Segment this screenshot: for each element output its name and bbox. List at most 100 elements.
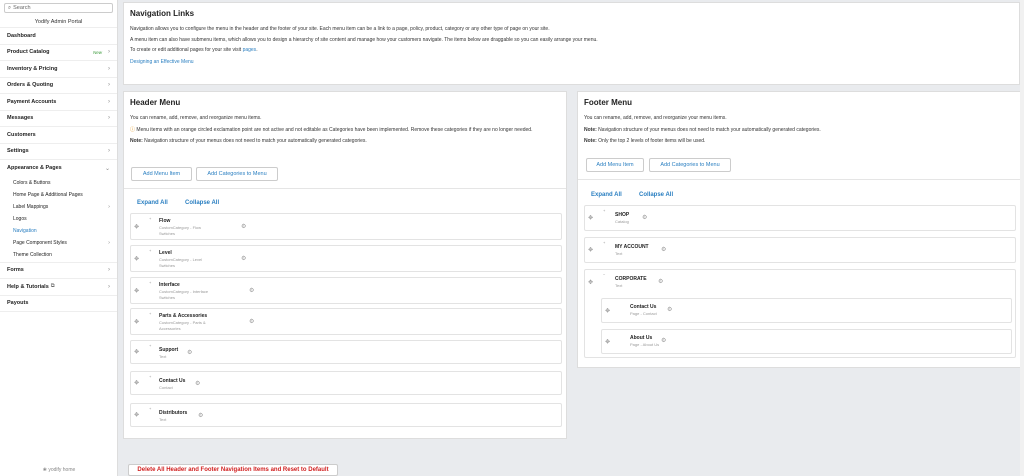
gear-icon[interactable]: ⚙ xyxy=(249,287,254,294)
footer-subitem-about-us[interactable]: ✥ About Us Page - About Us ⚙ xyxy=(601,329,1012,354)
menu-item-support[interactable]: ✥ + Support Text ⚙ xyxy=(130,340,562,364)
expand-icon[interactable]: + xyxy=(149,311,151,316)
drag-handle-icon[interactable]: ✥ xyxy=(605,338,610,345)
search-input[interactable]: ⌕ Search xyxy=(4,3,113,13)
sidebar-subitem-label: Logos xyxy=(13,215,27,222)
menu-item-contact-us[interactable]: ✥ + Contact Us Contact ⚙ xyxy=(130,371,562,395)
chevron-right-icon: › xyxy=(108,98,110,105)
add-menu-item-button[interactable]: Add Menu Item xyxy=(131,167,192,181)
gear-icon[interactable]: ⚙ xyxy=(249,318,254,325)
sidebar-subitem-theme-collection[interactable]: Theme Collection xyxy=(0,249,117,263)
drag-handle-icon[interactable]: ✥ xyxy=(588,247,593,254)
expand-all-link[interactable]: Expand All xyxy=(591,192,622,198)
drag-handle-icon[interactable]: ✥ xyxy=(605,307,610,314)
gear-icon[interactable]: ⚙ xyxy=(658,278,663,285)
sidebar-item-label: Forms xyxy=(7,267,24,274)
sidebar-item-messages[interactable]: Messages › xyxy=(0,111,117,127)
add-menu-item-button[interactable]: Add Menu Item xyxy=(586,158,644,172)
yodify-logo[interactable]: ❀ yodify home xyxy=(0,467,118,473)
drag-handle-icon[interactable]: ✥ xyxy=(134,287,139,294)
warning-text: Menu items with an orange circled exclam… xyxy=(136,126,533,133)
collapse-icon[interactable]: − xyxy=(603,272,605,277)
menu-item-type: Text xyxy=(615,283,623,288)
sidebar-item-payment-accounts[interactable]: Payment Accounts › xyxy=(0,94,117,111)
collapse-all-link[interactable]: Collapse All xyxy=(185,200,219,206)
sidebar-item-payouts[interactable]: Payouts xyxy=(0,296,117,312)
drag-handle-icon[interactable]: ✥ xyxy=(134,255,139,262)
menu-item-title: About Us xyxy=(630,335,653,341)
sidebar-item-dashboard[interactable]: Dashboard xyxy=(0,28,117,45)
design-menu-link[interactable]: Designing an Effective Menu xyxy=(124,59,1019,66)
reset-navigation-button[interactable]: Delete All Header and Footer Navigation … xyxy=(128,464,338,476)
gear-icon[interactable]: ⚙ xyxy=(187,349,192,356)
menu-item-level[interactable]: ✥ + Level CustomCategory - Level Switche… xyxy=(130,245,562,272)
menu-item-title: Support xyxy=(159,347,179,353)
gear-icon[interactable]: ⚙ xyxy=(661,337,666,344)
drag-handle-icon[interactable]: ✥ xyxy=(134,318,139,325)
menu-item-interface[interactable]: ✥ + Interface CustomCategory - Interface… xyxy=(130,277,562,304)
menu-item-type: CustomCategory - Level xyxy=(159,257,203,262)
gear-icon[interactable]: ⚙ xyxy=(642,214,647,221)
sidebar-item-orders-quoting[interactable]: Orders & Quoting › xyxy=(0,78,117,94)
gear-icon[interactable]: ⚙ xyxy=(195,380,200,387)
sidebar-item-help-tutorials[interactable]: Help & Tutorials ⧉ › xyxy=(0,279,117,296)
menu-item-title: CORPORATE xyxy=(615,276,647,282)
add-categories-button[interactable]: Add Categories to Menu xyxy=(649,158,731,172)
sidebar-subitem-colors-buttons[interactable]: Colors & Buttons xyxy=(0,177,117,189)
chevron-right-icon: › xyxy=(108,82,110,89)
sidebar-subitem-label: Home Page & Additional Pages xyxy=(13,191,83,198)
sidebar-subitem-navigation[interactable]: Navigation xyxy=(0,225,117,237)
sidebar-item-settings[interactable]: Settings › xyxy=(0,144,117,160)
collapse-all-link[interactable]: Collapse All xyxy=(639,192,673,198)
note-label: Note: xyxy=(130,138,143,144)
menu-item-type: CustomCategory - Parts & xyxy=(159,320,206,325)
sidebar-item-appearance-pages[interactable]: Appearance & Pages ⌄ xyxy=(0,160,117,177)
drag-handle-icon[interactable]: ✥ xyxy=(134,349,139,356)
expand-all-link[interactable]: Expand All xyxy=(137,200,168,206)
footer-subitem-contact-us[interactable]: ✥ Contact Us Page - Contact ⚙ xyxy=(601,298,1012,323)
expand-icon[interactable]: + xyxy=(603,240,605,245)
menu-item-distributors[interactable]: ✥ + Distributors Text ⚙ xyxy=(130,403,562,427)
gear-icon[interactable]: ⚙ xyxy=(661,246,666,253)
page-title: Navigation Links xyxy=(130,9,195,18)
sidebar-item-label: Dashboard xyxy=(7,32,36,39)
footer-item-shop[interactable]: ✥ + SHOP Catalog ⚙ xyxy=(584,205,1016,231)
sidebar-item-label: Settings xyxy=(7,148,29,155)
expand-icon[interactable]: + xyxy=(149,216,151,221)
footer-item-my-account[interactable]: ✥ + MY ACCOUNT Text ⚙ xyxy=(584,237,1016,263)
drag-handle-icon[interactable]: ✥ xyxy=(588,279,593,286)
sidebar-subitem-logos[interactable]: Logos xyxy=(0,213,117,225)
drag-handle-icon[interactable]: ✥ xyxy=(134,380,139,387)
sidebar-item-inventory-pricing[interactable]: Inventory & Pricing › xyxy=(0,61,117,78)
expand-icon[interactable]: + xyxy=(149,374,151,379)
drag-handle-icon[interactable]: ✥ xyxy=(588,215,593,222)
expand-icon[interactable]: + xyxy=(149,280,151,285)
sidebar-item-product-catalog[interactable]: Product Catalog New › xyxy=(0,45,117,61)
menu-item-title: Contact Us xyxy=(630,304,657,310)
sidebar-subitem-home-page[interactable]: Home Page & Additional Pages xyxy=(0,189,117,201)
expand-icon[interactable]: + xyxy=(149,343,151,348)
expand-icon[interactable]: + xyxy=(149,406,151,411)
gear-icon[interactable]: ⚙ xyxy=(241,255,246,262)
gear-icon[interactable]: ⚙ xyxy=(667,306,672,313)
scrollbar[interactable] xyxy=(1020,0,1024,476)
intro-paragraph: A menu item can also have submenu items,… xyxy=(130,36,598,43)
sidebar-item-forms[interactable]: Forms › xyxy=(0,263,117,279)
note-label: Note: xyxy=(584,138,597,144)
gear-icon[interactable]: ⚙ xyxy=(241,223,246,230)
footer-item-corporate[interactable]: ✥ − CORPORATE Text ⚙ ✥ Contact Us Page -… xyxy=(584,269,1016,358)
sidebar-item-label: Orders & Quoting xyxy=(7,82,54,89)
sidebar-subitem-label-mappings[interactable]: Label Mappings › xyxy=(0,201,117,213)
sidebar-subitem-page-component-styles[interactable]: Page Component Styles › xyxy=(0,237,117,249)
drag-handle-icon[interactable]: ✥ xyxy=(134,223,139,230)
add-categories-button[interactable]: Add Categories to Menu xyxy=(196,167,278,181)
chevron-right-icon: › xyxy=(108,65,110,72)
menu-item-parts-accessories[interactable]: ✥ + Parts & Accessories CustomCategory -… xyxy=(130,308,562,335)
expand-icon[interactable]: + xyxy=(149,248,151,253)
pages-link[interactable]: pages xyxy=(243,47,257,53)
expand-icon[interactable]: + xyxy=(603,208,605,213)
sidebar-item-customers[interactable]: Customers xyxy=(0,127,117,144)
gear-icon[interactable]: ⚙ xyxy=(198,412,203,419)
drag-handle-icon[interactable]: ✥ xyxy=(134,412,139,419)
menu-item-flow[interactable]: ✥ + Flow CustomCategory - Flow Switches … xyxy=(130,213,562,240)
